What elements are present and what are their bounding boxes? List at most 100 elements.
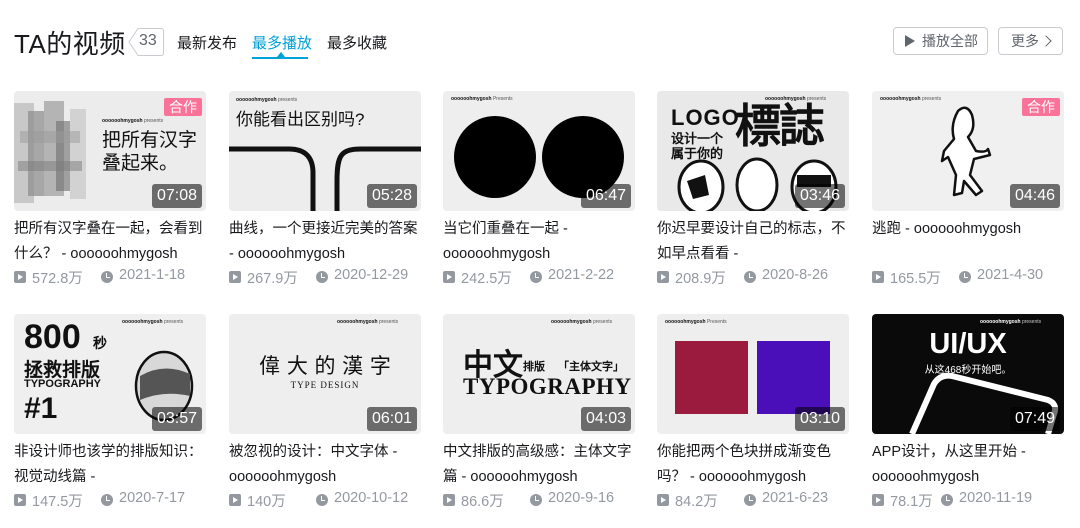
video-title[interactable]: 被忽视的设计：中文字体 - oooooohmygosh — [229, 440, 421, 490]
duration-label: 07:49 — [1009, 407, 1060, 431]
play-count-icon — [229, 271, 241, 283]
video-card[interactable]: oooooohmygosh Presents 03:10 你能把两个色块拼成渐变… — [657, 314, 849, 528]
clock-icon — [530, 494, 542, 506]
play-count-icon — [229, 494, 241, 506]
view-count: 165.5万 — [890, 271, 941, 287]
play-count-icon — [872, 271, 884, 283]
publish-date: 2020-9-16 — [548, 490, 615, 506]
video-title[interactable]: 曲线，一个更接近完美的答案 - oooooohmygosh — [229, 217, 421, 267]
sort-tab-latest[interactable]: 最新发布 — [177, 32, 237, 53]
crimson-swatch — [675, 341, 748, 414]
video-card[interactable]: oooooohmygosh presents 你能看出区别吗? 05:28 曲线… — [229, 91, 421, 305]
video-thumbnail[interactable]: oooooohmygosh presents LOGO 设计一个 属于你的 標誌… — [657, 91, 849, 211]
video-stats: 208.9万 2020-8-26 — [657, 267, 857, 289]
video-thumbnail[interactable]: oooooohmygosh presents UI/UX 从这468秒开始吧。 … — [872, 314, 1064, 434]
clock-icon — [316, 271, 328, 283]
video-card[interactable]: oooooohmygosh presents 中文 排版 「主体文字」 TYPO… — [443, 314, 635, 528]
play-icon — [905, 35, 915, 47]
video-stats: 86.6万 2020-9-16 — [443, 490, 643, 512]
duration-label: 07:08 — [151, 184, 202, 208]
video-title[interactable]: 当它们重叠在一起 - oooooohmygosh — [443, 217, 635, 267]
typesetting-label: 排版 — [523, 361, 545, 373]
clock-icon — [959, 271, 971, 283]
video-card[interactable]: oooooohmygosh presents 800 秒 拯救排版 TYPOGR… — [14, 314, 206, 528]
view-count: 86.6万 — [461, 494, 504, 510]
video-thumbnail[interactable]: oooooohmygosh presents 偉 大 的 漢 字 TYPE DE… — [229, 314, 421, 434]
clock-icon — [744, 271, 756, 283]
thumbnail-subcaption: TYPE DESIGN — [290, 380, 360, 390]
typography-word: TYPOGRAPHY — [463, 374, 632, 399]
video-thumbnail[interactable]: oooooohmygosh presents 合作 04:46 — [872, 91, 1064, 211]
view-count: 78.1万 — [890, 494, 933, 510]
clock-icon — [101, 271, 113, 283]
video-card[interactable]: oooooohmygosh presents 把所有汉字 叠起来。 合作 07:… — [14, 91, 206, 305]
play-all-button[interactable]: 播放全部 — [893, 27, 988, 55]
more-button[interactable]: 更多 — [998, 27, 1063, 55]
duration-label: 05:28 — [366, 184, 417, 208]
video-title[interactable]: 你能把两个色块拼成渐变色吗？ - oooooohmygosh — [657, 440, 849, 490]
play-all-label: 播放全部 — [922, 33, 978, 49]
video-stats: 242.5万 2021-2-22 — [443, 267, 643, 289]
duration-label: 03:57 — [151, 407, 202, 431]
publish-date: 2020-7-17 — [119, 490, 186, 506]
play-count-icon — [657, 271, 669, 283]
video-stats: 78.1万 2020-11-19 — [872, 490, 1072, 512]
video-thumbnail[interactable]: oooooohmygosh Presents 03:10 — [657, 314, 849, 434]
active-tab-caret — [277, 52, 285, 57]
channel-brand: oooooohmygosh presents — [551, 319, 613, 325]
video-title[interactable]: 非设计师也该学的排版知识：视觉动线篇 - — [14, 440, 206, 490]
clock-icon — [101, 494, 113, 506]
duration-label: 04:46 — [1009, 184, 1060, 208]
video-card[interactable]: oooooohmygosh presents 偉 大 的 漢 字 TYPE DE… — [229, 314, 421, 528]
view-count: 572.8万 — [32, 271, 83, 287]
publish-date: 2021-6-23 — [762, 490, 829, 506]
video-card[interactable]: oooooohmygosh presents LOGO 设计一个 属于你的 標誌… — [657, 91, 849, 305]
video-stats: 572.8万 2021-1-18 — [14, 267, 214, 289]
thumbnail-caption: 偉 大 的 漢 字 — [259, 354, 391, 378]
video-card[interactable]: oooooohmygosh presents UI/UX 从这468秒开始吧。 … — [872, 314, 1064, 528]
channel-brand: oooooohmygosh Presents — [665, 319, 727, 325]
chevron-right-icon — [1040, 35, 1052, 47]
duration-label: 04:03 — [580, 407, 631, 431]
video-thumbnail[interactable]: oooooohmygosh presents 你能看出区别吗? 05:28 — [229, 91, 421, 211]
view-count: 242.5万 — [461, 271, 512, 287]
collab-badge: 合作 — [1022, 98, 1060, 116]
duration-label: 06:47 — [580, 184, 631, 208]
clock-icon — [530, 271, 542, 283]
caption-line: 把所有汉字 — [102, 130, 198, 151]
video-title[interactable]: 把所有汉字叠在一起，会看到什么？ - oooooohmygosh — [14, 217, 206, 267]
publish-date: 2021-1-18 — [119, 267, 186, 283]
duration-label: 06:01 — [366, 407, 417, 431]
sort-tab-most-favorited[interactable]: 最多收藏 — [327, 32, 387, 53]
play-count-icon — [872, 494, 884, 506]
thumbnail-caption: 把所有汉字 叠起来。 — [102, 129, 197, 175]
play-count-icon — [14, 271, 26, 283]
caption-line: 叠起来。 — [102, 153, 179, 174]
video-thumbnail[interactable]: oooooohmygosh Presents 06:47 — [443, 91, 635, 211]
video-thumbnail[interactable]: oooooohmygosh presents 把所有汉字 叠起来。 合作 07:… — [14, 91, 206, 211]
video-stats: 267.9万 2020-12-29 — [229, 267, 429, 289]
duration-label: 03:10 — [794, 407, 845, 431]
video-stats: 165.5万 2021-4-30 — [872, 267, 1072, 289]
collab-badge: 合作 — [164, 98, 202, 116]
main-text-label: 「主体文字」 — [558, 361, 624, 373]
video-title[interactable]: 你迟早要设计自己的标志，不如早点看看 - — [657, 217, 849, 267]
sort-tab-most-played[interactable]: 最多播放 — [252, 32, 312, 53]
video-thumbnail[interactable]: oooooohmygosh presents 800 秒 拯救排版 TYPOGR… — [14, 314, 206, 434]
video-title[interactable]: APP设计，从这里开始 - oooooohmygosh — [872, 440, 1064, 490]
view-count: 208.9万 — [675, 271, 726, 287]
duration-label: 03:46 — [794, 184, 845, 208]
view-count: 140万 — [247, 494, 286, 510]
publish-date: 2020-8-26 — [762, 267, 829, 283]
channel-brand: oooooohmygosh presents — [102, 118, 164, 124]
publish-date: 2021-4-30 — [977, 267, 1044, 283]
section-title: TA的视频 — [14, 29, 126, 59]
publish-date: 2021-2-22 — [548, 267, 615, 283]
video-card[interactable]: oooooohmygosh presents 合作 04:46 逃跑 - ooo… — [872, 91, 1064, 305]
video-title[interactable]: 中文排版的高级感：主体文字篇 - oooooohmygosh — [443, 440, 635, 490]
view-count: 84.2万 — [675, 494, 718, 510]
publish-date: 2020-11-19 — [959, 490, 1033, 506]
video-thumbnail[interactable]: oooooohmygosh presents 中文 排版 「主体文字」 TYPO… — [443, 314, 635, 434]
video-title[interactable]: 逃跑 - oooooohmygosh — [872, 217, 1064, 242]
video-card[interactable]: oooooohmygosh Presents 06:47 当它们重叠在一起 - … — [443, 91, 635, 305]
